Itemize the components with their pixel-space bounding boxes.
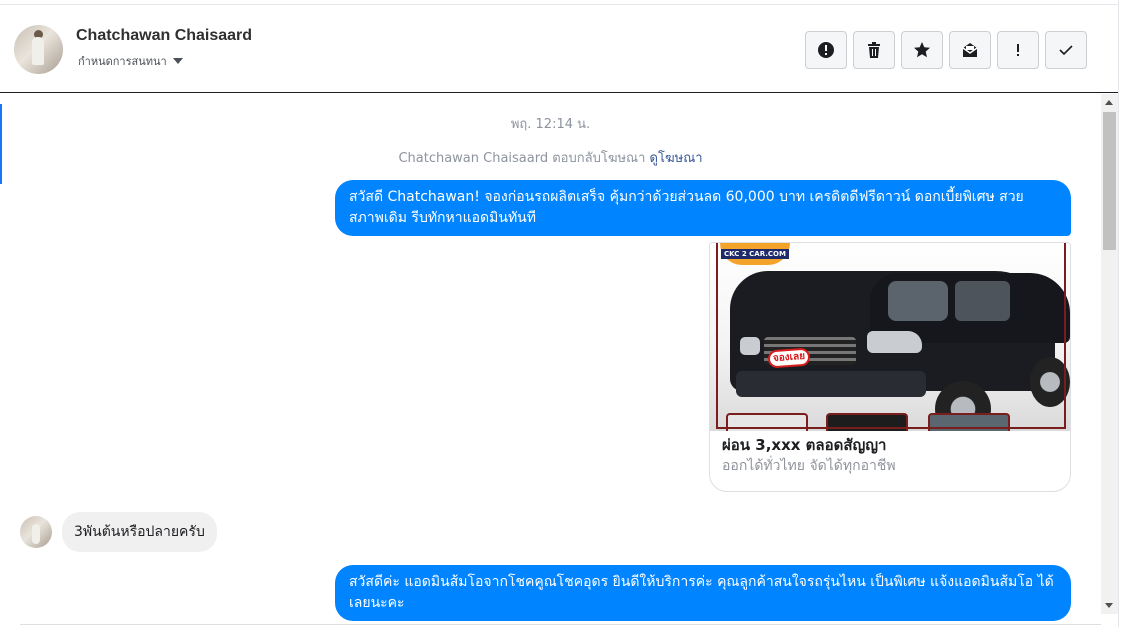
scrollbar-thumb[interactable] <box>1103 112 1116 250</box>
scroll-up-arrow-icon[interactable] <box>1105 100 1113 105</box>
chevron-down-icon <box>172 58 183 64</box>
ad-card-subtitle: ออกได้ทั่วไทย จัดได้ทุกอาชีพ <box>722 458 896 474</box>
composer-divider <box>20 624 1101 625</box>
exclamation-icon <box>1017 44 1019 56</box>
envelope-icon <box>962 43 978 57</box>
view-ad-link[interactable]: ดูโฆษณา <box>650 151 703 166</box>
ad-reply-info: Chatchawan Chaisaard ตอบกลับโฆษณา ดูโฆษณ… <box>0 147 1101 168</box>
message-thread[interactable]: พฤ. 12:14 น. Chatchawan Chaisaard ตอบกลั… <box>0 94 1101 627</box>
trash-icon <box>868 42 880 58</box>
conversation-header: Chatchawan Chaisaard กำหนดการสนทนา <box>0 5 1118 93</box>
thread-scrollbar[interactable] <box>1101 94 1118 614</box>
contact-name[interactable]: Chatchawan Chaisaard <box>76 27 252 45</box>
assign-conversation-dropdown[interactable]: กำหนดการสนทนา <box>78 52 183 70</box>
star-icon <box>914 42 930 58</box>
outgoing-message[interactable]: สวัสดีค่ะ แอดมินส้มโอจากโชคคูณโชคอุดร ยิ… <box>335 565 1071 621</box>
conversation-toolbar <box>805 31 1087 69</box>
sender-avatar[interactable] <box>20 516 52 548</box>
check-icon <box>1059 45 1073 56</box>
outgoing-message[interactable]: สวัสดี Chatchawan! จองก่อนรถผลิตเสร็จ คุ… <box>335 180 1071 236</box>
mark-unread-button[interactable] <box>949 31 991 69</box>
scroll-down-arrow-icon[interactable] <box>1105 603 1113 608</box>
message-timestamp: พฤ. 12:14 น. <box>510 117 591 132</box>
delete-button[interactable] <box>853 31 895 69</box>
incoming-message-row: 3พันต้นหรือปลายครับ <box>20 512 217 552</box>
spam-button[interactable] <box>805 31 847 69</box>
ad-card[interactable]: CKC 2 CAR.COM จองเลย ผ่อน 3,xxx ตลอดสัญญ… <box>709 242 1071 492</box>
ad-card-title: ผ่อน 3,xxx ตลอดสัญญา <box>722 436 887 454</box>
window-edge <box>1118 0 1122 627</box>
important-button[interactable] <box>997 31 1039 69</box>
messenger-window: Chatchawan Chaisaard กำหนดการสนทนา พฤ. 1… <box>0 0 1122 627</box>
done-button[interactable] <box>1045 31 1087 69</box>
star-button[interactable] <box>901 31 943 69</box>
contact-avatar[interactable] <box>14 25 63 74</box>
alert-circle-icon <box>818 42 834 58</box>
incoming-message[interactable]: 3พันต้นหรือปลายครับ <box>62 512 217 552</box>
ad-reply-text: Chatchawan Chaisaard ตอบกลับโฆษณา <box>398 151 646 166</box>
ad-card-image[interactable]: CKC 2 CAR.COM จองเลย <box>710 243 1070 431</box>
assign-conversation-label: กำหนดการสนทนา <box>78 55 167 68</box>
